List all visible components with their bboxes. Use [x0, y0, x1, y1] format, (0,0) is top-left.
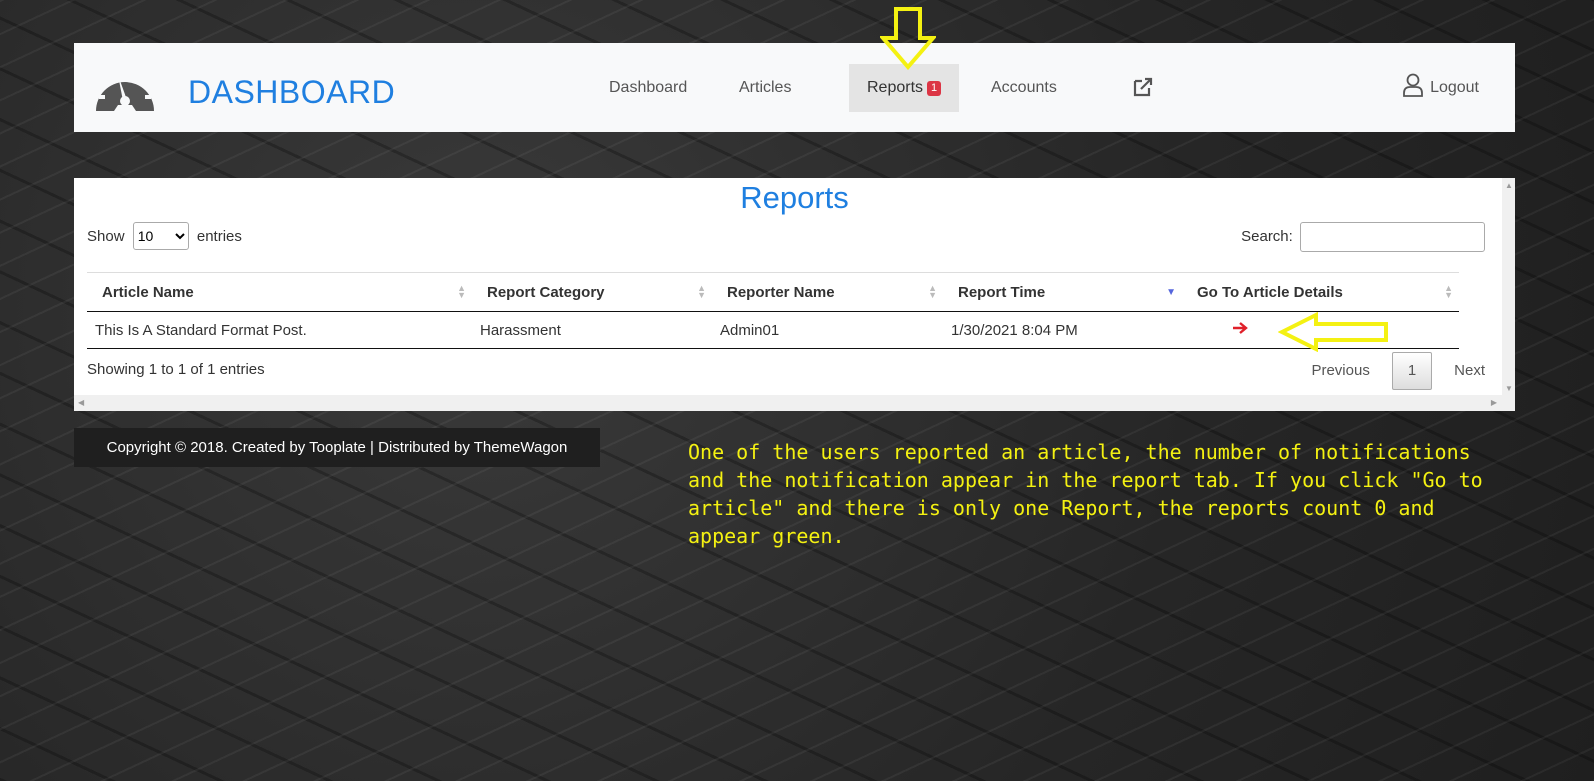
- nav-dashboard[interactable]: Dashboard: [591, 64, 705, 112]
- top-navbar: DASHBOARD Dashboard Articles Reports 1 Ac…: [74, 43, 1515, 132]
- entries-label: entries: [196, 228, 242, 245]
- logout-label: Logout: [1430, 79, 1479, 96]
- nav-reports[interactable]: Reports 1: [849, 64, 960, 112]
- table-header-row: Article Name ▲ ▼ Report Category ▲ ▼ Reporte…: [87, 272, 1459, 312]
- scroll-up-icon[interactable]: ▲: [1505, 181, 1513, 190]
- col-go-to-article[interactable]: Go To Article Details ▲ ▼: [1182, 272, 1459, 312]
- show-label: Show: [87, 228, 125, 245]
- page-length-select[interactable]: 10 25 50 100: [132, 222, 189, 250]
- page-1-button[interactable]: 1: [1391, 352, 1432, 390]
- go-to-article-arrow-icon[interactable]: [1232, 321, 1248, 335]
- scroll-down-icon[interactable]: ▼: [1505, 384, 1513, 393]
- cell-category: Harassment: [472, 311, 712, 349]
- annotation-arrow-left-icon: [1278, 312, 1388, 352]
- cell-time: 1/30/2021 8:04 PM: [943, 311, 1182, 349]
- col-report-category[interactable]: Report Category ▲ ▼: [472, 272, 712, 312]
- next-page-button[interactable]: Next: [1454, 362, 1485, 379]
- sort-icon: ▲ ▼: [928, 283, 937, 300]
- speedometer-logo-icon: [96, 69, 154, 111]
- search-control: Search:: [1241, 222, 1485, 252]
- sort-desc-icon: ▼: [1166, 287, 1176, 298]
- sort-icon: ▲ ▼: [457, 283, 466, 300]
- footer-copyright: Copyright © 2018. Created by Tooplate | …: [74, 428, 600, 467]
- user-icon: [1403, 73, 1423, 97]
- brand-title[interactable]: DASHBOARD: [188, 74, 395, 111]
- search-label: Search:: [1241, 227, 1293, 245]
- page-length-control: Show 10 25 50 100 entries: [87, 222, 242, 250]
- sort-icon: ▲ ▼: [1444, 283, 1453, 300]
- table-row: This Is A Standard Format Post. Harassme…: [87, 311, 1459, 349]
- annotation-arrow-down-icon: [880, 7, 936, 70]
- pagination: Previous 1 Next: [1311, 352, 1485, 390]
- table-info: Showing 1 to 1 of 1 entries: [87, 361, 265, 378]
- col-reporter-name[interactable]: Reporter Name ▲ ▼: [712, 272, 943, 312]
- logout-link[interactable]: Logout: [1402, 64, 1479, 112]
- scroll-right-icon[interactable]: ▶: [1491, 398, 1497, 407]
- reports-count-badge: 1: [927, 81, 942, 96]
- external-link-icon[interactable]: [1132, 76, 1154, 98]
- annotation-note: One of the users reported an article, th…: [688, 440, 1483, 548]
- previous-page-button[interactable]: Previous: [1311, 362, 1369, 379]
- nav-accounts[interactable]: Accounts: [973, 64, 1075, 112]
- horizontal-scrollbar[interactable]: ◀ ▶: [74, 395, 1515, 411]
- reports-title: Reports: [740, 180, 849, 215]
- cell-article-name: This Is A Standard Format Post.: [87, 311, 472, 349]
- search-input[interactable]: [1300, 222, 1485, 252]
- vertical-scrollbar[interactable]: ▲ ▼: [1502, 178, 1515, 395]
- sort-icon: ▲ ▼: [697, 283, 706, 300]
- col-report-time[interactable]: Report Time ▼: [943, 272, 1182, 312]
- reports-table: Article Name ▲ ▼ Report Category ▲ ▼ Reporte…: [87, 272, 1459, 349]
- scroll-left-icon[interactable]: ◀: [78, 398, 84, 407]
- nav-reports-label: Reports: [867, 79, 924, 96]
- cell-reporter: Admin01: [712, 311, 943, 349]
- col-article-name[interactable]: Article Name ▲ ▼: [87, 272, 472, 312]
- reports-panel: Reports Show 10 25 50 100 entries Search…: [74, 178, 1515, 411]
- nav-articles[interactable]: Articles: [721, 64, 809, 112]
